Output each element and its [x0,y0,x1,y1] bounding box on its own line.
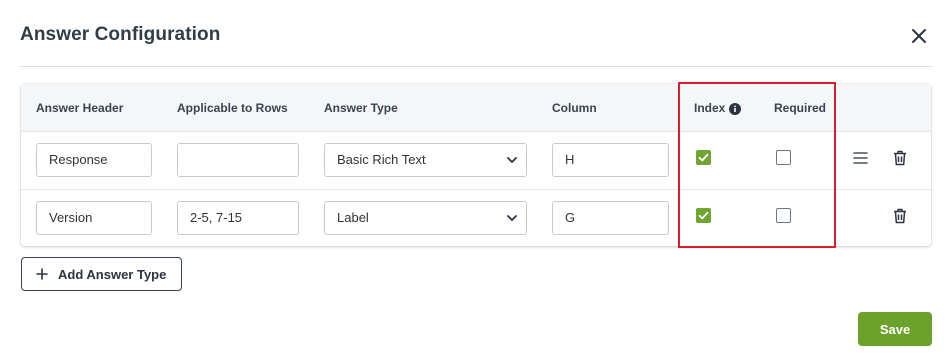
header-column: Column [552,101,597,115]
applicable-rows-input[interactable] [177,143,299,177]
info-icon[interactable] [729,102,741,115]
drag-handle-icon [853,152,868,164]
answer-header-input[interactable]: Version [36,201,152,235]
checkmark-icon [698,153,709,162]
trash-icon [894,150,906,166]
answer-type-select[interactable]: Basic Rich Text [324,143,527,177]
checkmark-icon [698,211,709,220]
header-divider [20,66,932,67]
header-answer-header: Answer Header [36,101,124,115]
plus-icon [36,268,48,280]
applicable-rows-input[interactable]: 2-5, 7-15 [177,201,299,235]
delete-row-button[interactable] [893,208,907,224]
trash-icon [894,208,906,224]
table-header: Answer Header Applicable to Rows Answer … [21,84,931,132]
close-button[interactable] [908,25,930,47]
answer-type-value: Basic Rich Text [337,152,426,167]
header-applicable-rows: Applicable to Rows [177,101,288,115]
index-checkbox[interactable] [696,208,711,223]
delete-row-button[interactable] [893,150,907,166]
table-row: Version 2-5, 7-15 Label G [21,190,931,246]
close-icon [912,29,926,43]
header-required: Required [774,101,827,115]
modal-title: Answer Configuration [20,24,221,45]
drag-handle[interactable] [853,151,868,165]
required-checkbox[interactable] [776,150,791,165]
required-checkbox[interactable] [776,208,791,223]
header-answer-type: Answer Type [324,101,398,115]
answer-table: Answer Header Applicable to Rows Answer … [21,84,931,246]
answer-type-value: Label [337,210,369,225]
add-answer-type-button[interactable]: Add Answer Type [21,257,182,291]
chevron-down-icon [507,157,517,163]
column-input[interactable]: H [552,143,669,177]
save-button[interactable]: Save [858,312,932,346]
index-checkbox[interactable] [696,150,711,165]
header-index: Index [694,101,726,115]
answer-header-input[interactable]: Response [36,143,152,177]
answer-type-select[interactable]: Label [324,201,527,235]
add-answer-type-label: Add Answer Type [58,266,167,282]
chevron-down-icon [507,215,517,221]
table-row: Response Basic Rich Text H [21,132,931,190]
column-input[interactable]: G [552,201,669,235]
